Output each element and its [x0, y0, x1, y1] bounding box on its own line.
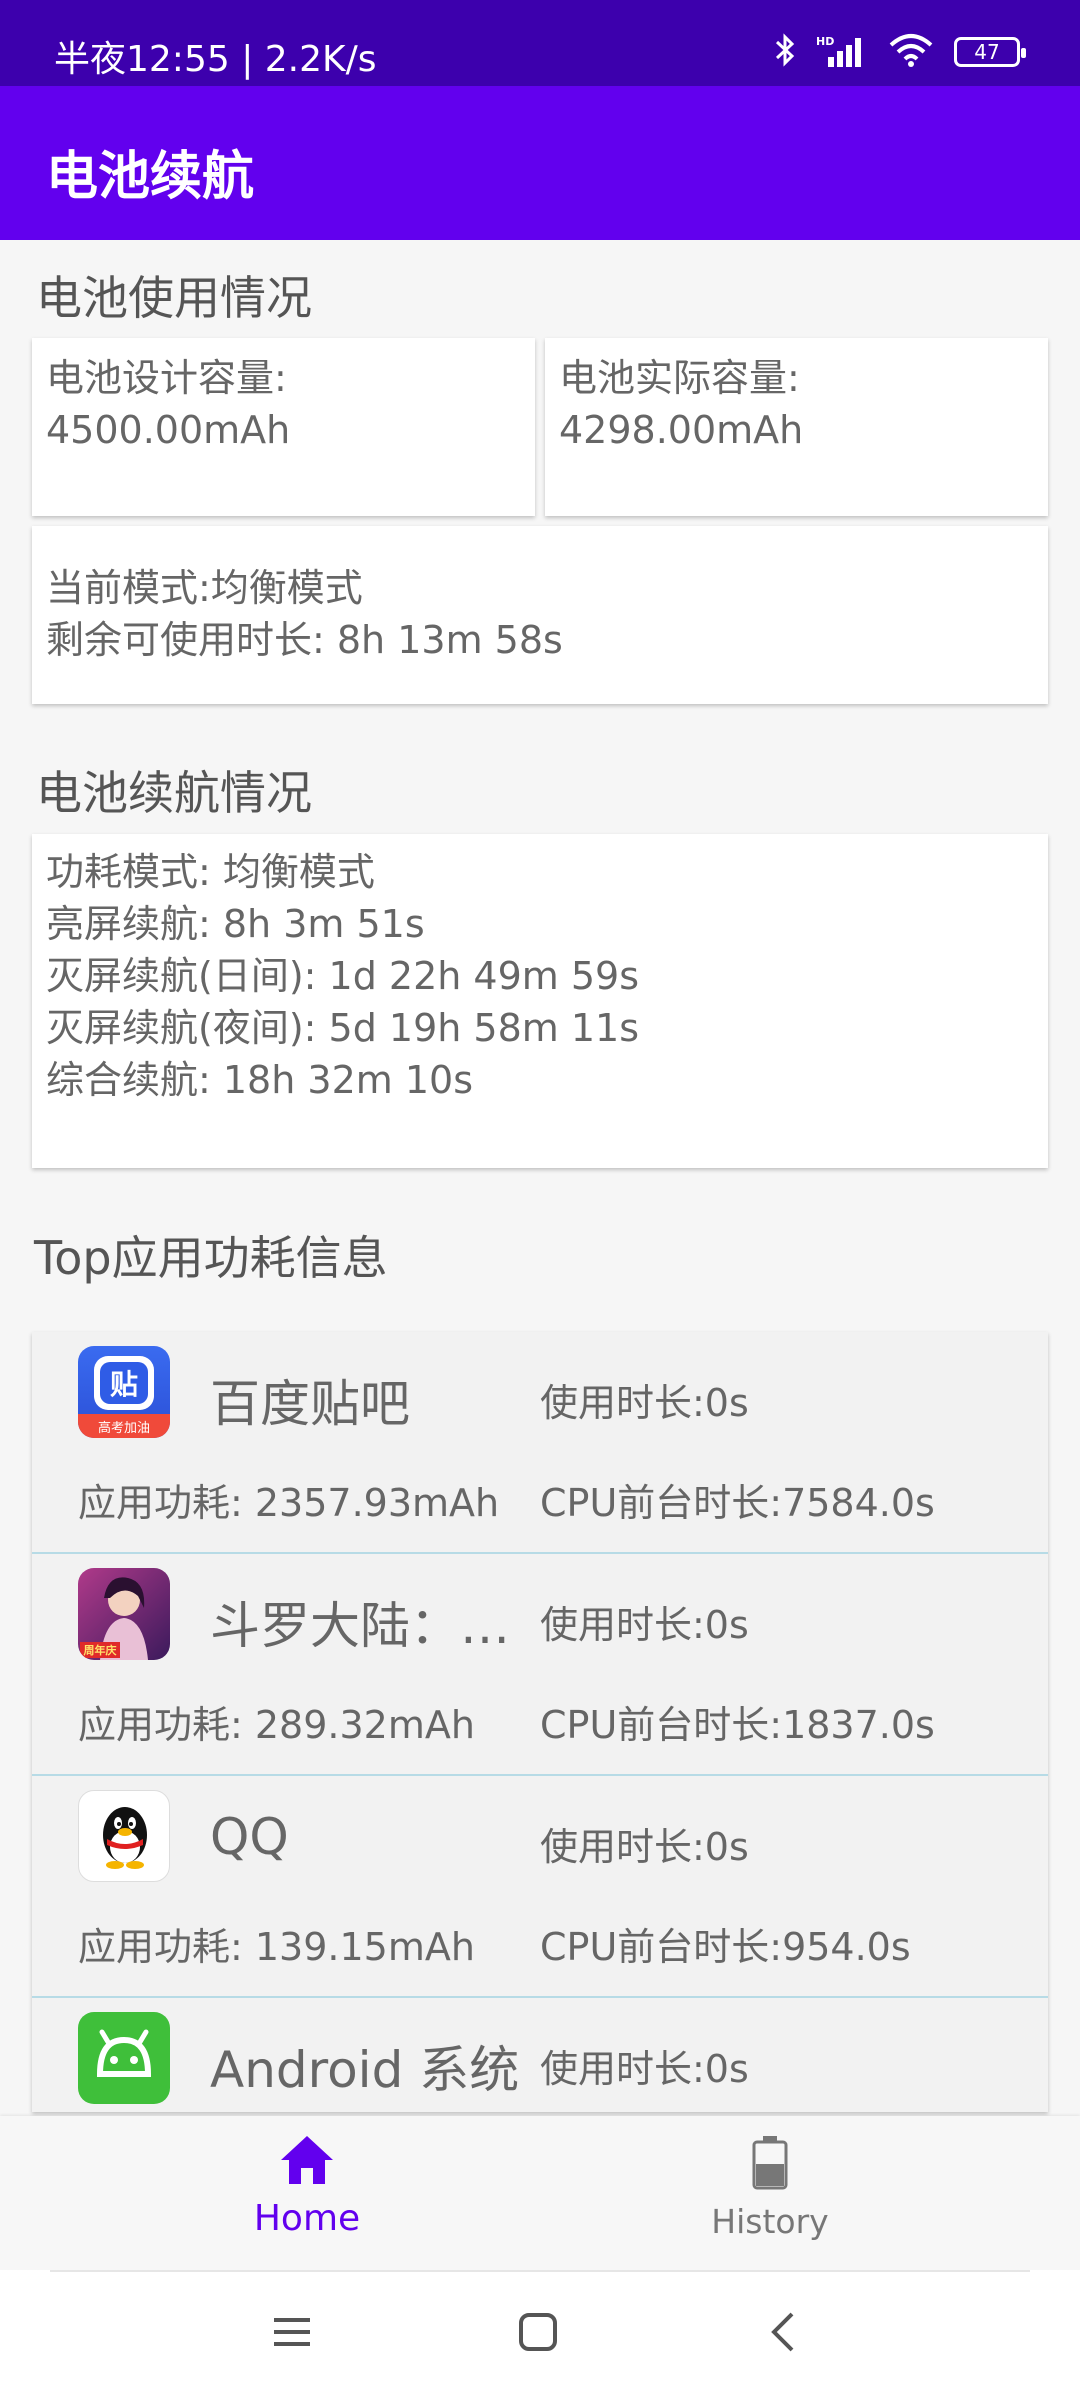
app-power: 应用功耗: 2357.93mAh	[78, 1481, 500, 1525]
home-icon	[281, 2136, 333, 2184]
current-mode-card: 当前模式:均衡模式 剩余可使用时长: 8h 13m 58s	[32, 526, 1048, 704]
app-usage-time: 使用时长:0s	[540, 1603, 749, 1647]
app-row[interactable]: 周年庆 斗罗大陆：魂师对决 使用时长:0s 应用功耗: 289.32mAh CP…	[32, 1554, 1048, 1776]
design-capacity-label: 电池设计容量:	[46, 356, 287, 400]
app-power: 应用功耗: 289.32mAh	[78, 1703, 475, 1747]
current-mode-text: 当前模式:均衡模式	[46, 566, 363, 610]
qq-penguin-icon	[78, 1790, 170, 1882]
endurance-screen-on: 亮屏续航: 8h 3m 51s	[46, 902, 425, 946]
menu-icon[interactable]	[270, 2310, 314, 2358]
android-system-icon	[78, 2012, 170, 2104]
app-row[interactable]: QQ 使用时长:0s 应用功耗: 139.15mAh CPU前台时长:954.0…	[32, 1776, 1048, 1998]
actual-capacity-label: 电池实际容量:	[559, 356, 800, 400]
baidu-tieba-icon: 贴 高考加油	[78, 1346, 170, 1438]
remaining-time-text: 剩余可使用时长: 8h 13m 58s	[46, 618, 563, 662]
battery-usage-title: 电池使用情况	[36, 271, 312, 325]
svg-text:HD: HD	[816, 35, 834, 48]
svg-text:高考加油: 高考加油	[98, 1420, 150, 1436]
app-power: 应用功耗: 139.15mAh	[78, 1925, 475, 1969]
actual-capacity-value: 4298.00mAh	[559, 408, 804, 452]
wifi-icon	[888, 33, 934, 71]
app-row[interactable]: Android 系统 使用时长:0s	[32, 1998, 1048, 2112]
battery-icon: 47	[954, 37, 1026, 67]
nav-history[interactable]: History	[670, 2134, 870, 2241]
app-usage-time: 使用时长:0s	[540, 1381, 749, 1425]
divider	[50, 2270, 1030, 2272]
home-square-icon[interactable]	[516, 2310, 560, 2358]
app-cpu-time: CPU前台时长:7584.0s	[540, 1481, 935, 1525]
battery-history-icon	[752, 2136, 788, 2190]
svg-text:周年庆: 周年庆	[84, 1643, 117, 1657]
app-bar: 电池续航	[0, 86, 1080, 240]
nav-home-label: Home	[253, 2198, 361, 2239]
endurance-screen-off-day: 灭屏续航(日间): 1d 22h 49m 59s	[46, 954, 640, 998]
app-name: QQ	[210, 1808, 289, 1866]
app-cpu-time: CPU前台时长:954.0s	[540, 1925, 911, 1969]
endurance-screen-off-night: 灭屏续航(夜间): 5d 19h 58m 11s	[46, 1006, 640, 1050]
app-row[interactable]: 贴 高考加油 百度贴吧 使用时长:0s 应用功耗: 2357.93mAh CPU…	[32, 1332, 1048, 1554]
status-icons: HD 47	[774, 32, 1026, 72]
bluetooth-icon	[774, 32, 796, 72]
endurance-overall: 综合续航: 18h 32m 10s	[46, 1058, 473, 1102]
design-capacity-value: 4500.00mAh	[46, 408, 291, 452]
app-usage-time: 使用时长:0s	[540, 1825, 749, 1869]
app-name: 百度贴吧	[210, 1375, 410, 1433]
status-time-speed: 半夜12:55 | 2.2K/s	[54, 39, 377, 80]
nav-home[interactable]: Home	[207, 2134, 407, 2239]
douluo-game-icon: 周年庆	[78, 1568, 170, 1660]
app-title: 电池续航	[46, 147, 255, 207]
back-icon[interactable]	[762, 2310, 806, 2358]
top-apps-title: Top应用功耗信息	[34, 1231, 388, 1285]
nav-history-label: History	[711, 2202, 829, 2241]
system-navigation-bar	[0, 2270, 1080, 2400]
status-bar: 半夜12:55 | 2.2K/s HD 47	[0, 0, 1080, 86]
design-capacity-card: 电池设计容量: 4500.00mAh	[32, 338, 535, 516]
app-cpu-time: CPU前台时长:1837.0s	[540, 1703, 935, 1747]
app-usage-time: 使用时长:0s	[540, 2047, 749, 2091]
actual-capacity-card: 电池实际容量: 4298.00mAh	[545, 338, 1048, 516]
battery-endurance-title: 电池续航情况	[36, 766, 312, 820]
endurance-mode: 功耗模式: 均衡模式	[46, 850, 375, 894]
app-name: Android 系统	[210, 2041, 520, 2099]
endurance-card: 功耗模式: 均衡模式 亮屏续航: 8h 3m 51s 灭屏续航(日间): 1d …	[32, 834, 1048, 1168]
svg-text:贴: 贴	[110, 1368, 138, 1401]
app-name: 斗罗大陆：魂师对决	[210, 1597, 550, 1655]
battery-level-text: 47	[974, 40, 1000, 64]
cellular-signal-icon: HD	[816, 33, 868, 71]
bottom-navigation: Home History	[0, 2116, 1080, 2270]
top-apps-list[interactable]: 贴 高考加油 百度贴吧 使用时长:0s 应用功耗: 2357.93mAh CPU…	[32, 1332, 1048, 2112]
